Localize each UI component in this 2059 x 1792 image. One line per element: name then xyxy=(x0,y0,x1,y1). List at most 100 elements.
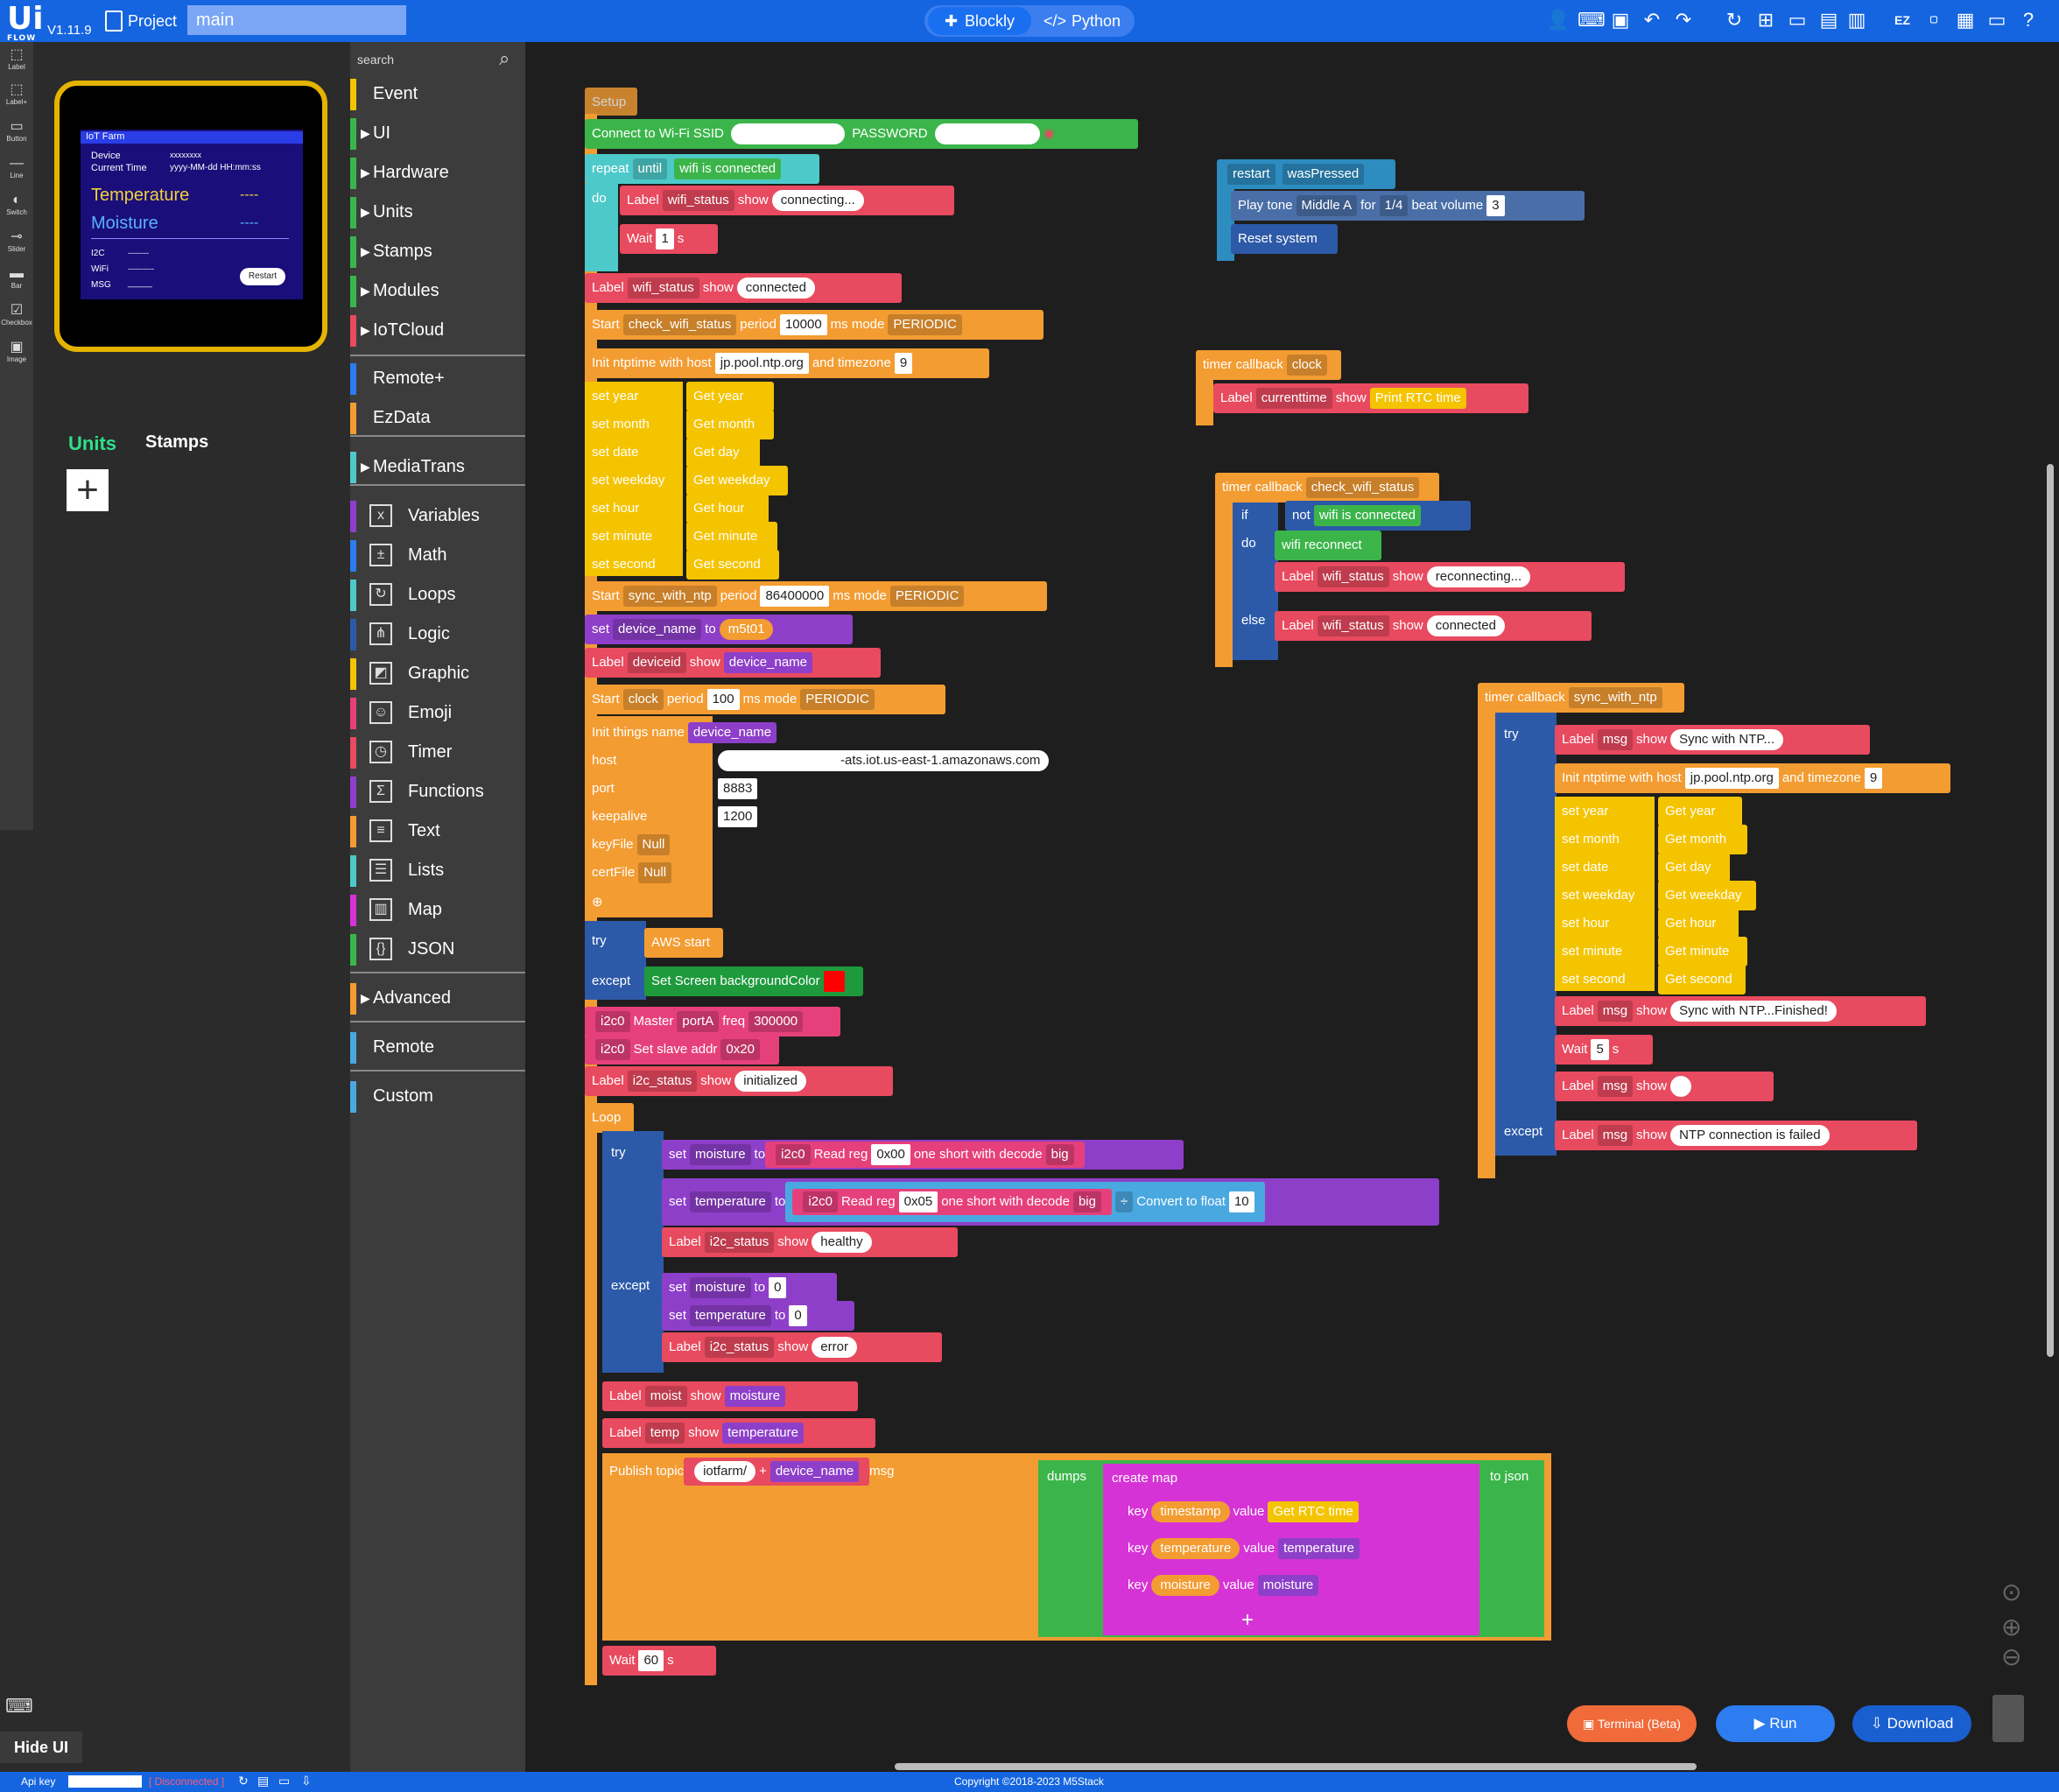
zoom-in-icon[interactable]: ⊕ xyxy=(2001,1613,2021,1641)
save-icon[interactable]: ▤ xyxy=(1817,9,1840,32)
ssid-field[interactable] xyxy=(731,123,846,144)
start-clock-timer-block[interactable]: Start clock period 100 ms mode PERIODIC xyxy=(585,685,945,714)
category-json[interactable]: {} JSON xyxy=(350,932,525,966)
keyboard-icon[interactable]: ⌨ xyxy=(1578,9,1606,32)
save-as-icon[interactable]: ▥ xyxy=(1845,9,1868,32)
set-device-name-block[interactable]: set device_name to m5t01 xyxy=(585,615,853,644)
sync-get-day-block[interactable]: Get day xyxy=(1658,853,1730,882)
map-key-moisture[interactable]: key moisture value moisture xyxy=(1121,1571,1436,1600)
get-second-block[interactable]: Get second xyxy=(686,550,779,580)
tool-button[interactable]: ▭ Button xyxy=(0,119,33,143)
horizontal-scrollbar[interactable] xyxy=(895,1763,1697,1770)
tool-checkbox[interactable]: ☑ Checkbox xyxy=(0,303,33,327)
set-moisture-zero-block[interactable]: set moisture to 0 xyxy=(662,1273,837,1303)
keyboard-icon[interactable]: ⌨ xyxy=(5,1695,33,1718)
set-temperature-block[interactable]: set temperature to i2c0 Read reg 0x05 one shor… xyxy=(662,1178,1439,1226)
label-i2c-status-block[interactable]: Label i2c_status show initialized xyxy=(585,1066,893,1096)
category-remote-[interactable]: Remote+ xyxy=(350,362,525,395)
label-temp-block[interactable]: Label temp show temperature xyxy=(602,1418,875,1448)
start-timer-block[interactable]: Start check_wifi_status period 10000 ms mode… xyxy=(585,310,1044,340)
tab-units[interactable]: Units xyxy=(68,432,116,455)
map-key-timestamp[interactable]: key timestamp value Get RTC time xyxy=(1121,1497,1462,1527)
category-iotcloud[interactable]: ▶ IoTCloud xyxy=(350,313,525,347)
project-button[interactable]: Project xyxy=(105,11,177,32)
sync-get-hour-block[interactable]: Get hour xyxy=(1658,909,1739,938)
demo-icon[interactable]: ▢ xyxy=(1922,9,1945,32)
label-show-block[interactable]: Label wifi_status show connecting... xyxy=(620,186,954,215)
category-loops[interactable]: ↻ Loops xyxy=(350,578,525,611)
save-icon[interactable]: ▤ xyxy=(257,1774,269,1788)
undo-icon[interactable]: ↶ xyxy=(1641,9,1663,32)
label-healthy-block[interactable]: Label i2c_status show healthy xyxy=(662,1227,958,1257)
category-units[interactable]: ▶ Units xyxy=(350,195,525,228)
category-custom[interactable]: Custom xyxy=(350,1079,525,1113)
restart-pressed-event[interactable]: restart wasPressed xyxy=(1217,159,1395,189)
category-text[interactable]: ≡ Text xyxy=(350,814,525,847)
ezdata-icon[interactable]: EZ xyxy=(1891,9,1914,32)
tab-blockly[interactable]: ✚ Blockly xyxy=(928,7,1031,35)
timer-callback-check-wifi[interactable]: timer callback check_wifi_status xyxy=(1215,473,1439,502)
map-key-temperature[interactable]: key temperature value temperature xyxy=(1121,1534,1479,1564)
category-event[interactable]: Event xyxy=(350,77,525,110)
hide-ui-button[interactable]: Hide UI xyxy=(0,1732,82,1763)
restart-button[interactable]: Restart xyxy=(240,268,285,285)
chat-icon[interactable]: ▭ xyxy=(1985,9,2008,32)
sync-init-ntptime-block[interactable]: Init ntptime with host jp.pool.ntp.org and… xyxy=(1555,763,1950,793)
category-variables[interactable]: x Variables xyxy=(350,499,525,532)
sync-try-block[interactable] xyxy=(1495,713,1557,1156)
sync-get-month-block[interactable]: Get month xyxy=(1658,825,1747,854)
label-deviceid-block[interactable]: Label deviceid show device_name xyxy=(585,648,881,678)
wait-60-block[interactable]: Wait 60 s xyxy=(602,1646,716,1676)
category-ui[interactable]: ▶ UI xyxy=(350,116,525,150)
help-icon[interactable]: ? xyxy=(2017,9,2040,32)
vertical-scrollbar[interactable] xyxy=(2047,464,2054,1357)
add-unit-button[interactable]: + xyxy=(67,469,109,511)
trash-icon[interactable] xyxy=(1992,1695,2024,1742)
recenter-icon[interactable]: ⊙ xyxy=(2001,1578,2021,1606)
category-mediatrans[interactable]: ▶ MediaTrans xyxy=(350,450,525,483)
screen-icon[interactable]: ▣ xyxy=(1609,9,1632,32)
eye-icon[interactable]: ◉ xyxy=(1044,126,1055,141)
category-modules[interactable]: ▶ Modules xyxy=(350,274,525,307)
password-field[interactable] xyxy=(934,123,1040,144)
category-stamps[interactable]: ▶ Stamps xyxy=(350,235,525,268)
label-currenttime-block[interactable]: Label currenttime show Print RTC time xyxy=(1213,383,1528,413)
refresh-icon[interactable]: ↻ xyxy=(238,1774,249,1788)
zoom-out-icon[interactable]: ⊖ xyxy=(2001,1642,2021,1671)
reset-system-block[interactable]: Reset system xyxy=(1231,224,1338,254)
open-folder-icon[interactable]: ▭ xyxy=(1786,9,1809,32)
wait-block[interactable]: Wait 1 s xyxy=(620,224,718,254)
search-icon[interactable]: ⌕ xyxy=(499,47,509,70)
label-msg-finished-block[interactable]: Label msg show Sync with NTP...Finished! xyxy=(1555,996,1926,1026)
label-moist-block[interactable]: Label moist show moisture xyxy=(602,1381,858,1411)
set-bg-block[interactable]: Set Screen backgroundColor xyxy=(644,966,863,996)
download-button[interactable]: ⇩ Download xyxy=(1852,1705,1971,1742)
label-msg-empty-block[interactable]: Label msg show xyxy=(1555,1072,1774,1101)
category-logic[interactable]: ⋔ Logic xyxy=(350,617,525,650)
get-year-block[interactable]: Get year xyxy=(686,382,774,411)
api-key-value[interactable] xyxy=(68,1775,142,1788)
get-month-block[interactable]: Get month xyxy=(686,410,774,439)
category-graphic[interactable]: ◩ Graphic xyxy=(350,657,525,690)
download-small-icon[interactable]: ⇩ xyxy=(301,1774,312,1788)
tool-slider[interactable]: ⊸ Slider xyxy=(0,229,33,253)
redo-icon[interactable]: ↷ xyxy=(1672,9,1695,32)
timer-callback-clock[interactable]: timer callback clock xyxy=(1196,350,1341,380)
tab-stamps[interactable]: Stamps xyxy=(145,432,208,453)
not-wifi-block[interactable]: not wifi is connected xyxy=(1285,501,1471,531)
aws-start-block[interactable]: AWS start xyxy=(644,928,723,958)
sync-get-weekday-block[interactable]: Get weekday xyxy=(1658,881,1756,910)
file-name-input[interactable] xyxy=(187,5,406,35)
label-connected-block[interactable]: Label wifi_status show connected xyxy=(585,273,902,303)
tab-python[interactable]: </> Python xyxy=(1038,7,1126,35)
tool-image[interactable]: ▣ Image xyxy=(0,340,33,363)
loop-block[interactable]: Loop xyxy=(585,1103,634,1133)
category-map[interactable]: ▥ Map xyxy=(350,893,525,926)
category-math[interactable]: ± Math xyxy=(350,538,525,572)
init-ntptime-block[interactable]: Init ntptime with host jp.pool.ntp.org and… xyxy=(585,348,989,378)
refresh-icon[interactable]: ↻ xyxy=(1723,9,1746,32)
tool-switch[interactable]: ◐ Switch xyxy=(0,193,33,216)
play-tone-block[interactable]: Play tone Middle Afor 1/4 beat volume 3 xyxy=(1231,191,1585,221)
start-sync-timer-block[interactable]: Start sync_with_ntp period 86400000 ms mode P… xyxy=(585,581,1047,611)
get-weekday-block[interactable]: Get weekday xyxy=(686,466,788,495)
